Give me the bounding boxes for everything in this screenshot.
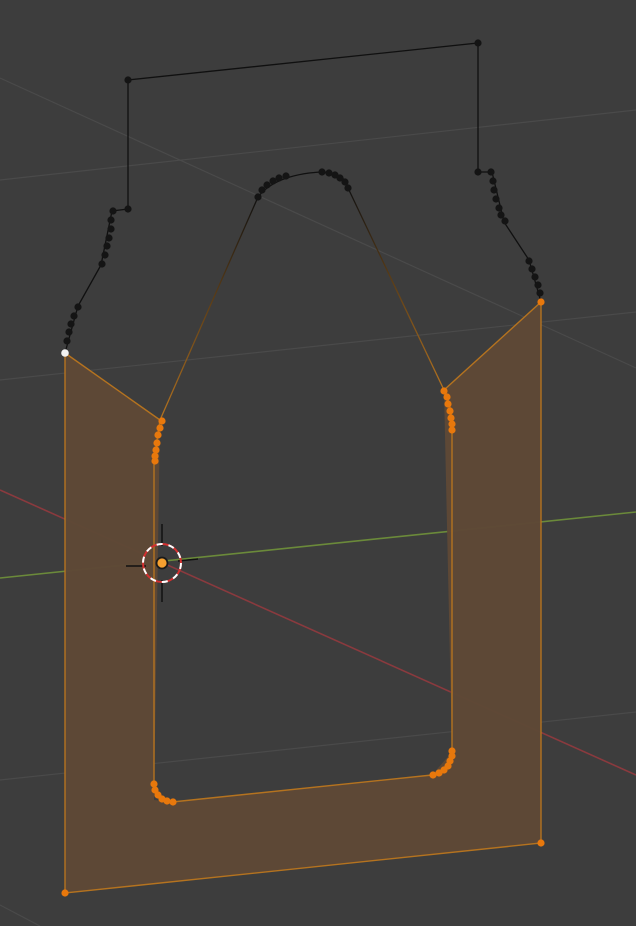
edge-right-inner[interactable] — [347, 187, 445, 391]
grid-line — [0, 904, 41, 926]
vertex[interactable] — [528, 265, 536, 273]
vertex[interactable] — [282, 172, 290, 180]
vertex[interactable] — [448, 747, 456, 755]
vertex[interactable] — [446, 407, 454, 415]
vertex[interactable] — [263, 181, 271, 189]
viewport-canvas[interactable] — [0, 0, 636, 926]
vertex[interactable] — [447, 414, 455, 422]
vertex[interactable] — [254, 193, 262, 201]
vertex[interactable] — [107, 216, 115, 224]
object-origin-icon[interactable] — [155, 556, 169, 570]
vertex[interactable] — [163, 797, 171, 805]
vertex[interactable] — [154, 431, 162, 439]
vertex[interactable] — [448, 426, 456, 434]
3d-viewport[interactable] — [0, 0, 636, 926]
vertex[interactable] — [158, 417, 166, 425]
vertex[interactable] — [531, 273, 539, 281]
vertex[interactable] — [98, 260, 106, 268]
unselected-edges[interactable] — [64, 42, 542, 354]
vertex[interactable] — [501, 217, 509, 225]
vertex[interactable] — [153, 439, 161, 447]
vertex[interactable] — [63, 337, 71, 345]
vertex[interactable] — [344, 184, 352, 192]
vertex[interactable] — [107, 225, 115, 233]
selected-face[interactable] — [65, 302, 541, 893]
vertex[interactable] — [474, 39, 482, 47]
vertex[interactable] — [318, 168, 326, 176]
vertex[interactable] — [275, 174, 283, 182]
vertex[interactable] — [74, 303, 82, 311]
vertex[interactable] — [495, 204, 503, 212]
vertex[interactable] — [124, 205, 132, 213]
vertex[interactable] — [444, 400, 452, 408]
vertex[interactable] — [65, 328, 73, 336]
vertex[interactable] — [525, 257, 533, 265]
vertex[interactable] — [109, 207, 117, 215]
vertex[interactable] — [124, 76, 132, 84]
vertex[interactable] — [492, 195, 500, 203]
vertex[interactable] — [156, 424, 164, 432]
vertex[interactable] — [152, 446, 160, 454]
vertex[interactable] — [487, 168, 495, 176]
vertex[interactable] — [489, 177, 497, 185]
vertex[interactable] — [103, 242, 111, 250]
vertex[interactable] — [151, 457, 159, 465]
edge-left-inner[interactable] — [159, 196, 259, 421]
vertex[interactable] — [537, 839, 545, 847]
vertex[interactable] — [534, 281, 542, 289]
vertex[interactable] — [169, 798, 177, 806]
active-vertex[interactable] — [61, 349, 69, 357]
vertex[interactable] — [105, 234, 113, 242]
vertex[interactable] — [443, 393, 451, 401]
vertex[interactable] — [67, 320, 75, 328]
vertex[interactable] — [101, 251, 109, 259]
vertex[interactable] — [497, 211, 505, 219]
vertex[interactable] — [536, 289, 544, 297]
vertex[interactable] — [537, 298, 545, 306]
vertex[interactable] — [61, 889, 69, 897]
grid-line — [0, 109, 636, 181]
edge-top-outline[interactable] — [64, 42, 542, 354]
vertex[interactable] — [490, 186, 498, 194]
vertex[interactable] — [70, 312, 78, 320]
vertex[interactable] — [474, 168, 482, 176]
vertex[interactable] — [150, 780, 158, 788]
unselected-vertices[interactable] — [63, 39, 544, 345]
